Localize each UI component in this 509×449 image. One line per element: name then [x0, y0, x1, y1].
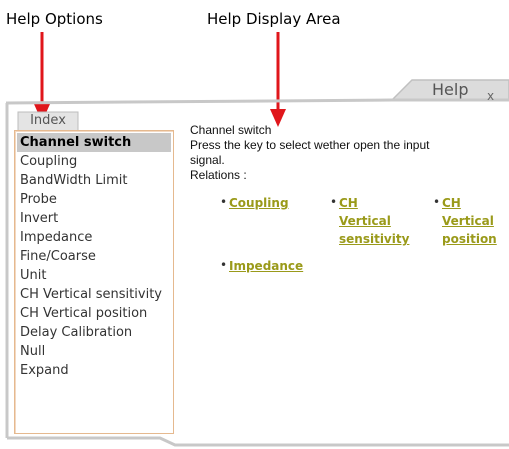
bullet-icon: •	[220, 195, 228, 209]
list-item-delay-calibration[interactable]: Delay Calibration	[17, 323, 171, 342]
display-description-line1: Press the key to select wether open the …	[190, 138, 430, 152]
help-window-title: Help	[432, 80, 469, 99]
display-heading: Channel switch	[190, 123, 272, 137]
link-impedance[interactable]: Impedance	[229, 259, 303, 274]
list-item-ch-vertical-sensitivity[interactable]: CH Vertical sensitivity	[17, 285, 171, 304]
list-item-invert[interactable]: Invert	[17, 209, 171, 228]
list-item-unit[interactable]: Unit	[17, 266, 171, 285]
list-item-impedance[interactable]: Impedance	[17, 228, 171, 247]
list-item-null[interactable]: Null	[17, 342, 171, 361]
link-ch-vertical-sensitivity-vertical[interactable]: Vertical	[339, 214, 391, 229]
link-ch-vertical-sensitivity-word[interactable]: sensitivity	[339, 232, 409, 247]
list-item-probe[interactable]: Probe	[17, 190, 171, 209]
list-item-ch-vertical-position[interactable]: CH Vertical position	[17, 304, 171, 323]
tab-index[interactable]: Index	[22, 113, 74, 128]
relations-label: Relations :	[190, 168, 247, 182]
list-item-channel-switch[interactable]: Channel switch	[17, 133, 171, 152]
list-item-coupling[interactable]: Coupling	[17, 152, 171, 171]
display-description-line2: signal.	[190, 153, 225, 167]
link-ch-vertical-sensitivity-ch[interactable]: CH	[339, 196, 358, 211]
list-item-expand[interactable]: Expand	[17, 361, 171, 380]
list-item-bandwidth-limit[interactable]: BandWidth Limit	[17, 171, 171, 190]
link-ch-vertical-position-word[interactable]: position	[442, 232, 497, 247]
bullet-icon: •	[220, 258, 228, 272]
bullet-icon: •	[433, 195, 441, 209]
link-ch-vertical-position-vertical[interactable]: Vertical	[442, 214, 494, 229]
bullet-icon: •	[330, 195, 338, 209]
close-icon[interactable]: x	[487, 89, 494, 103]
help-options-list[interactable]: Channel switch Coupling BandWidth Limit …	[14, 130, 174, 434]
link-coupling[interactable]: Coupling	[229, 196, 289, 211]
list-item-fine-coarse[interactable]: Fine/Coarse	[17, 247, 171, 266]
link-ch-vertical-position-ch[interactable]: CH	[442, 196, 461, 211]
